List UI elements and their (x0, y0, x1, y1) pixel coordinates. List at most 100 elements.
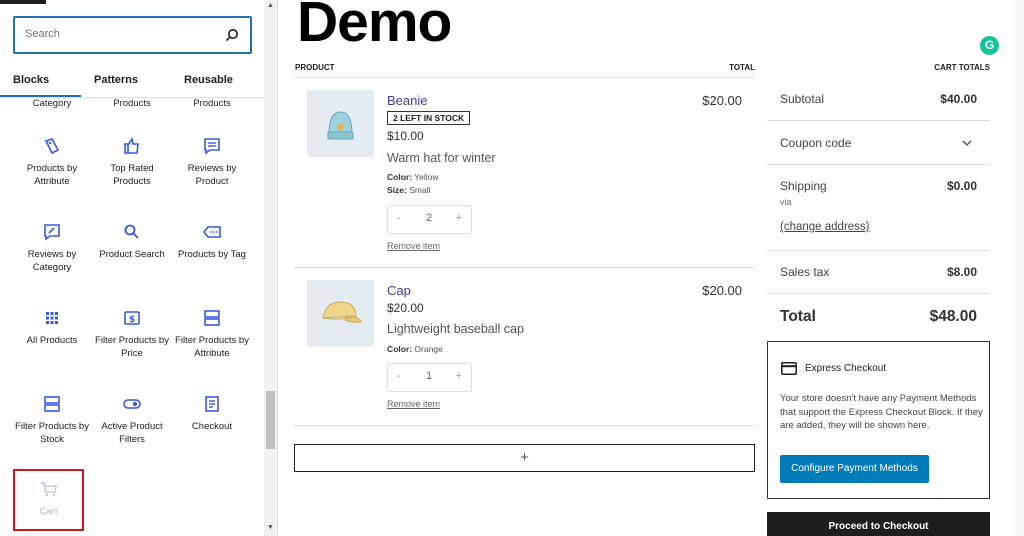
block-top-rated-products[interactable]: Top Rated Products (92, 136, 172, 220)
product-meta-size: Size: Small (387, 185, 430, 195)
comment-icon (204, 138, 220, 155)
proceed-to-checkout-button[interactable]: Proceed to Checkout (767, 512, 990, 536)
qty-decrease-button[interactable]: - (397, 370, 401, 382)
block-checkout[interactable]: Checkout (172, 394, 252, 478)
scroll-up-arrow-icon[interactable]: ▲ (267, 2, 274, 9)
tax-label: Sales tax (780, 265, 830, 279)
header-total: TOTAL (729, 63, 755, 72)
block-label-cut[interactable]: Category (12, 98, 92, 109)
block-filter-products-by-price[interactable]: $ Filter Products by Price (92, 308, 172, 392)
grammarly-icon[interactable]: G (980, 36, 999, 55)
meta-value: Small (409, 185, 431, 195)
tag-label-icon (202, 226, 221, 238)
meta-key: Size: (387, 185, 407, 195)
block-label: Top Rated Products (110, 163, 154, 187)
product-name-link[interactable]: Cap (387, 283, 411, 298)
block-filter-products-by-attribute[interactable]: Filter Products by Attribute (172, 308, 252, 392)
filter-icon (204, 310, 220, 326)
editor-scrollbar[interactable] (1015, 0, 1024, 536)
block-product-search[interactable]: Product Search (92, 222, 172, 306)
search-box[interactable] (13, 16, 252, 54)
coupon-label[interactable]: Coupon code (780, 136, 851, 150)
beanie-image (327, 111, 354, 140)
product-image-beanie[interactable] (307, 90, 374, 157)
total-row: Total $48.00 (767, 294, 990, 339)
block-label-cut[interactable]: Products (172, 98, 252, 109)
block-label: Filter Products by Stock (15, 421, 89, 445)
block-active-product-filters[interactable]: Active Product Filters (92, 394, 172, 478)
product-meta-color: Color: Yellow (387, 172, 439, 182)
block-all-products[interactable]: All Products (12, 308, 92, 392)
subtotal-label: Subtotal (780, 92, 825, 106)
block-products-by-tag[interactable]: Products by Tag (172, 222, 252, 306)
cart-items-header: PRODUCT TOTAL (294, 60, 755, 78)
block-products-by-attribute[interactable]: Products by Attribute (12, 136, 92, 220)
grid-icon (46, 312, 58, 324)
block-filter-products-by-stock[interactable]: Filter Products by Stock (12, 394, 92, 478)
coupon-row[interactable]: Coupon code (767, 121, 990, 165)
remove-item-link[interactable]: Remove item (387, 241, 440, 251)
credit-card-icon (781, 362, 797, 375)
meta-key: Color: (387, 172, 413, 182)
chevron-down-icon[interactable] (961, 137, 973, 149)
shipping-via: via (780, 197, 792, 207)
block-label: All Products (26, 335, 78, 346)
block-label: Checkout (191, 421, 233, 432)
block-label: Filter Products by Attribute (175, 335, 249, 359)
search-input[interactable] (25, 28, 215, 40)
quantity-stepper[interactable]: - 2 + (387, 205, 472, 234)
change-address-link[interactable]: (change address) (780, 221, 870, 233)
block-cart[interactable]: Cart (13, 469, 84, 531)
block-label: Reviews by Product (187, 163, 237, 187)
search-icon[interactable] (224, 27, 240, 43)
block-inserter-panel: Blocks Patterns Reusable Category Produc… (0, 0, 278, 536)
meta-key: Color: (387, 344, 413, 354)
meta-value: Orange (414, 344, 443, 354)
top-bar (0, 0, 46, 4)
total-value: $48.00 (929, 308, 977, 325)
cap-image (322, 301, 362, 323)
block-label-cut[interactable]: Products (92, 98, 172, 109)
express-checkout-box: Express Checkout Your store doesn't have… (767, 341, 990, 499)
block-reviews-by-product[interactable]: Reviews by Product (172, 136, 252, 220)
stock-filter-icon (44, 396, 60, 412)
qty-increase-button[interactable]: + (456, 212, 462, 224)
scroll-down-arrow-icon[interactable]: ▼ (267, 524, 274, 531)
qty-increase-button[interactable]: + (456, 370, 462, 382)
block-label: Reviews by Category (27, 249, 77, 273)
cart-item-row: Beanie $20.00 2 LEFT IN STOCK $10.00 War… (294, 78, 755, 268)
thumbs-up-icon (124, 136, 139, 154)
tab-reusable[interactable]: Reusable (184, 74, 233, 86)
qty-value[interactable]: 1 (426, 370, 432, 382)
configure-payment-methods-button[interactable]: Configure Payment Methods (780, 455, 929, 483)
qty-decrease-button[interactable]: - (397, 212, 401, 224)
checkout-icon (205, 396, 219, 412)
product-meta-color: Color: Orange (387, 344, 443, 354)
product-line-total: $20.00 (702, 93, 742, 108)
cart-totals-header: CART TOTALS (934, 63, 990, 72)
quantity-stepper[interactable]: - 1 + (387, 363, 472, 392)
tag-icon (44, 138, 60, 155)
product-name-link[interactable]: Beanie (387, 93, 427, 108)
header-product: PRODUCT (295, 63, 335, 72)
block-label: Products by Attribute (26, 163, 78, 187)
tab-blocks[interactable]: Blocks (13, 74, 49, 86)
scrollbar-thumb[interactable] (266, 391, 275, 449)
page-title[interactable]: Demo (297, 0, 452, 55)
add-block-button[interactable]: + (294, 444, 755, 472)
product-image-cap[interactable] (307, 280, 374, 347)
search-icon (124, 224, 139, 239)
block-reviews-by-category[interactable]: Reviews by Category (12, 222, 92, 306)
review-edit-icon (44, 224, 60, 241)
block-label: Active Product Filters (101, 421, 163, 445)
remove-item-link[interactable]: Remove item (387, 399, 440, 409)
product-line-total: $20.00 (702, 283, 742, 298)
tab-patterns[interactable]: Patterns (94, 74, 138, 86)
inserter-scrollbar[interactable]: ▲ ▼ (264, 0, 277, 536)
meta-value: Yellow (414, 172, 439, 182)
block-label: Filter Products by Price (95, 335, 169, 359)
blocks-list: Category Products Products Products by A… (0, 98, 264, 536)
express-checkout-title: Express Checkout (805, 363, 887, 374)
tax-value: $8.00 (946, 265, 977, 279)
qty-value[interactable]: 2 (426, 212, 432, 224)
